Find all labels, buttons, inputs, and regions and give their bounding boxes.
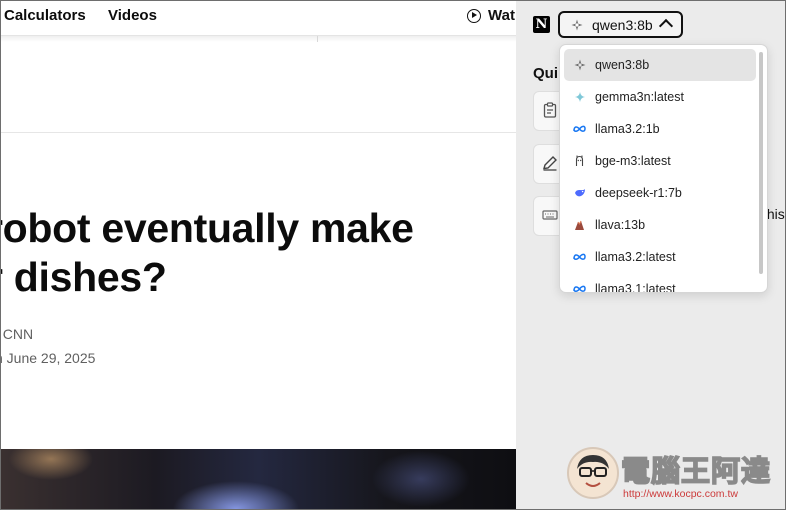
model-option-label: llama3.1:latest <box>595 282 676 293</box>
nav-watch-label: Wat <box>488 7 515 24</box>
model-option-qwen3-8b[interactable]: qwen3:8b <box>564 49 756 81</box>
headline-line-1: robot eventually make <box>1 205 414 251</box>
model-list: qwen3:8b gemma3n:latest llama3.2:1b bge-… <box>564 49 756 293</box>
model-option-llava-13b[interactable]: llava:13b <box>564 209 756 241</box>
model-option-label: llama3.2:1b <box>595 122 660 136</box>
article-hero-image <box>1 449 516 509</box>
keyboard-icon <box>542 210 558 220</box>
clipboard-icon <box>543 102 557 118</box>
watermark: 電腦王阿達 http://www.kocpc.com.tw <box>567 447 782 503</box>
qwen-icon <box>573 59 586 72</box>
headline-line-2: r dishes? <box>1 254 167 300</box>
pencil-icon <box>543 156 557 171</box>
article-byline[interactable]: , CNN <box>1 326 33 342</box>
article-timestamp: n June 29, 2025 <box>1 350 96 366</box>
quick-actions-title: Qui <box>533 65 558 82</box>
model-option-label: llama3.2:latest <box>595 250 676 264</box>
watermark-url: http://www.kocpc.com.tw <box>623 488 738 500</box>
model-option-llama3-2-latest[interactable]: llama3.2:latest <box>564 241 756 273</box>
model-dropdown: qwen3:8b gemma3n:latest llama3.2:1b bge-… <box>559 44 768 293</box>
section-divider <box>1 132 516 133</box>
nav-link-watch[interactable]: Wat <box>467 7 515 24</box>
extension-logo-icon: N <box>533 16 550 33</box>
nav-shadow <box>1 36 516 42</box>
deepseek-icon <box>573 187 586 200</box>
article-headline: robot eventually make r dishes? <box>1 204 516 302</box>
watermark-title: 電腦王阿達 <box>620 453 772 489</box>
nav-separator <box>317 36 318 42</box>
model-option-deepseek-r1-7b[interactable]: deepseek-r1:7b <box>564 177 756 209</box>
browser-frame: Calculators Videos Wat robot eventually … <box>0 0 786 510</box>
model-option-bge-m3-latest[interactable]: bge-m3:latest <box>564 145 756 177</box>
nav-link-calculators[interactable]: Calculators <box>4 7 86 24</box>
bge-icon <box>573 155 586 168</box>
model-option-label: gemma3n:latest <box>595 90 684 104</box>
model-option-gemma3n-latest[interactable]: gemma3n:latest <box>564 81 756 113</box>
llava-icon <box>573 219 586 232</box>
meta-icon <box>573 283 586 293</box>
meta-icon <box>573 251 586 264</box>
model-option-llama3-1-latest[interactable]: llama3.1:latest <box>564 273 756 293</box>
model-selector[interactable]: qwen3:8b <box>558 11 683 38</box>
chevron-up-icon <box>658 18 674 34</box>
dropdown-scrollbar[interactable] <box>759 52 763 274</box>
model-selector-value: qwen3:8b <box>592 16 653 33</box>
news-page: Calculators Videos Wat robot eventually … <box>1 1 516 509</box>
meta-icon <box>573 123 586 136</box>
model-option-llama3-2-1b[interactable]: llama3.2:1b <box>564 113 756 145</box>
model-option-label: deepseek-r1:7b <box>595 186 682 200</box>
qwen-icon <box>570 18 583 31</box>
watermark-mascot-icon <box>567 447 619 499</box>
gemma-icon <box>573 91 586 104</box>
model-option-label: qwen3:8b <box>595 58 650 72</box>
top-nav: Calculators Videos Wat <box>1 1 516 36</box>
nav-link-videos[interactable]: Videos <box>108 7 157 24</box>
model-option-label: llava:13b <box>595 218 646 232</box>
model-option-label: bge-m3:latest <box>595 154 671 168</box>
play-icon <box>467 8 481 23</box>
